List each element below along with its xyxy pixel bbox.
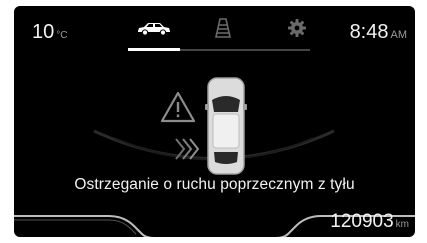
car-icon <box>136 20 172 41</box>
cross-traffic-arrows-icon <box>174 136 204 167</box>
gear-icon <box>287 18 307 43</box>
warning-triangle-icon <box>160 91 196 128</box>
time-period: AM <box>390 29 408 41</box>
lane-icon <box>212 17 234 44</box>
dashboard-screen: 10 °C 8:48 AM Ostrzeganie o ruchu poprze… <box>14 6 415 237</box>
odometer-value: 120903 <box>330 211 394 232</box>
status-bar: 10 °C 8:48 AM <box>14 6 415 56</box>
car-top-view-icon <box>204 76 248 181</box>
tab-indicator <box>128 48 310 51</box>
time-value: 8:48 <box>349 21 389 43</box>
odometer: 120903 km <box>330 211 409 233</box>
temperature-unit: °C <box>56 30 68 41</box>
tab-vehicle[interactable] <box>134 18 174 42</box>
display-frame: 10 °C 8:48 AM Ostrzeganie o ruchu poprze… <box>0 0 427 243</box>
outside-temperature: 10 °C <box>32 21 67 44</box>
temperature-value: 10 <box>32 21 55 43</box>
tab-lane-assist[interactable] <box>203 17 243 44</box>
odometer-unit: km <box>395 219 409 230</box>
active-tab-indicator <box>128 48 180 51</box>
cross-traffic-alert-message: Ostrzeganie o ruchu poprzecznym z tyłu <box>74 176 355 193</box>
clock: 8:48 AM <box>350 21 407 44</box>
tab-settings[interactable] <box>277 18 317 42</box>
